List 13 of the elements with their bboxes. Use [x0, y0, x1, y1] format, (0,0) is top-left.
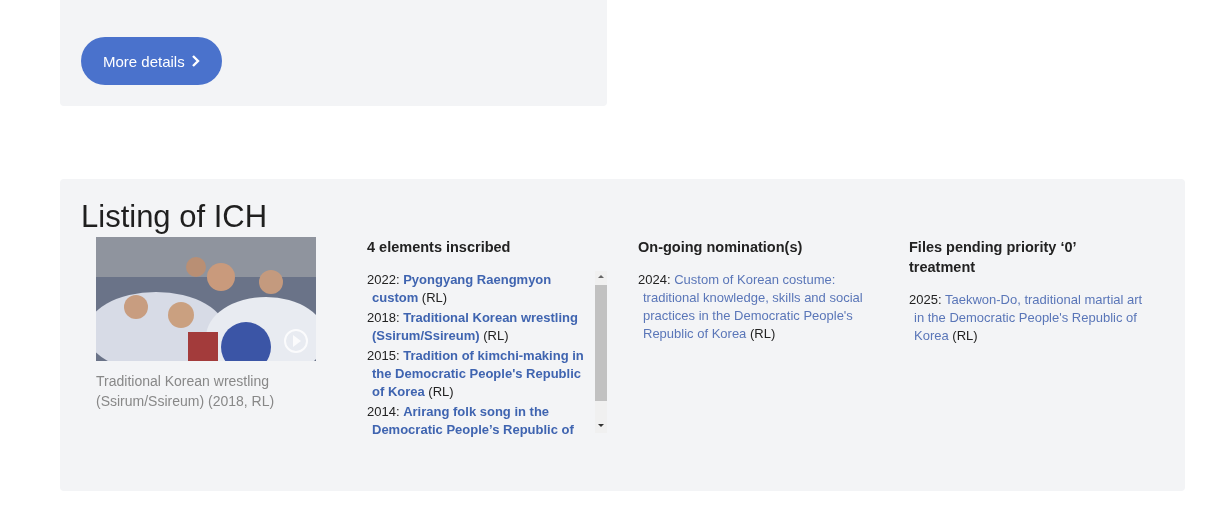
column-heading: On-going nomination(s) — [638, 238, 804, 257]
list-entry[interactable]: 2014: Arirang folk song in the Democratic People’s Republic of — [367, 403, 592, 439]
list-entry[interactable]: 2018: Traditional Korean wrestling (Ssirum/Ssireum) (RL) — [367, 309, 592, 345]
list-entry[interactable]: 2015: Tradition of kimchi-making in the Democratic People's Republic of Korea (RL) — [367, 347, 592, 401]
chevron-right-icon — [190, 55, 200, 67]
more-details-button[interactable]: More details — [81, 37, 222, 85]
video-caption: Traditional Korean wrestling (Ssirum/Ssireum) (2018, RL) — [96, 372, 276, 411]
list-entry[interactable]: 2025: Taekwon-Do, traditional martial art in the Democratic People's Republic of Korea (RL) — [909, 291, 1146, 345]
list-entry[interactable]: 2022: Pyongyang Raengmyon custom (RL) — [367, 271, 592, 307]
column-heading: Files pending priority ‘0’ treatment — [909, 238, 1077, 277]
column-heading: 4 elements inscribed — [367, 238, 512, 257]
list-entry[interactable]: 2024: Custom of Korean costume: traditional knowledge, skills and social practices in the Democratic People's Republic of Korea (RL) — [638, 271, 875, 343]
section-title: Listing of ICH — [81, 198, 269, 236]
